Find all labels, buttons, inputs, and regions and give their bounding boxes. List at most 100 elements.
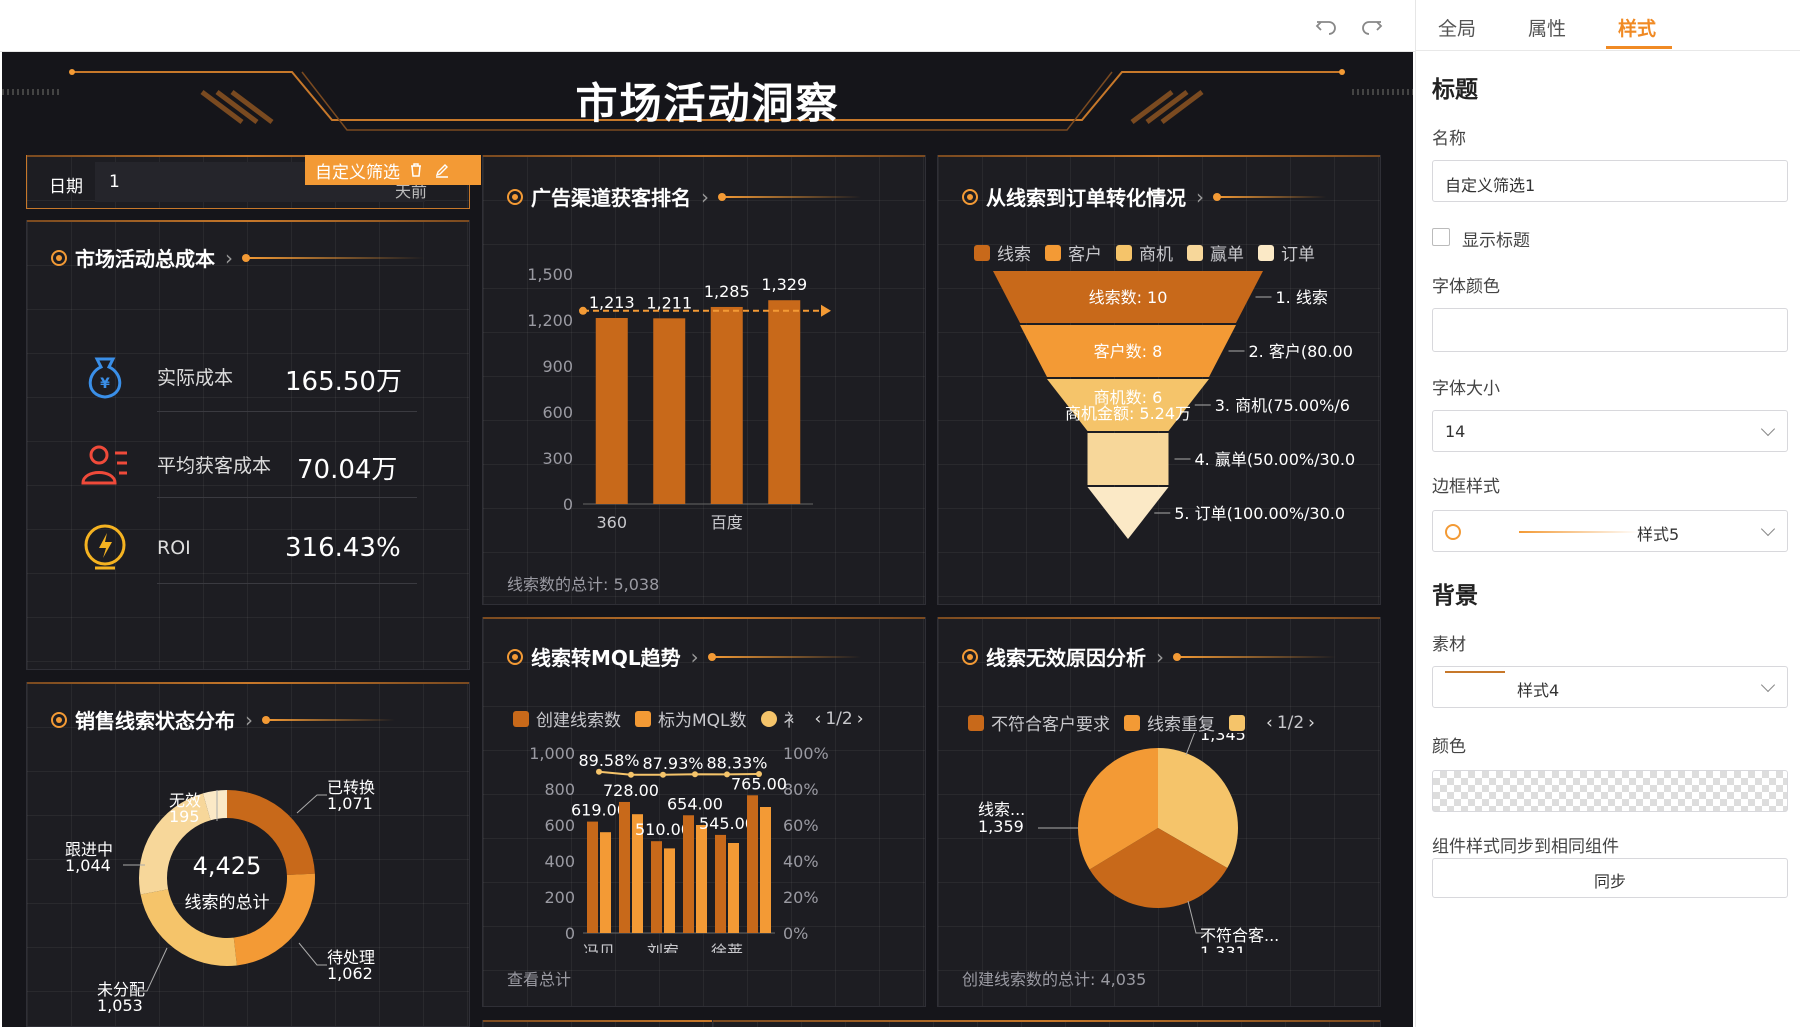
material-select[interactable]: 样式4 xyxy=(1432,666,1788,708)
chevron-right-icon: › xyxy=(225,245,233,270)
legend-item: 标为MQL数 xyxy=(635,706,747,731)
sync-button[interactable]: 同步 xyxy=(1432,858,1788,898)
y-tick-label: 0 xyxy=(563,495,573,514)
show-title-checkbox[interactable] xyxy=(1432,228,1450,246)
cost-label-1: 平均获客成本 xyxy=(157,455,272,477)
chevron-right-icon: › xyxy=(1196,184,1204,209)
legend-next-icon[interactable]: › xyxy=(1308,713,1315,733)
funnel-side-label: 2. 客户(80.00 xyxy=(1249,342,1353,361)
chevron-down-icon xyxy=(1760,677,1776,693)
pie-value-label: 1,359 xyxy=(978,817,1024,836)
border-style-label: 边框样式 xyxy=(1432,477,1500,497)
pie-value-label: 1,331 xyxy=(1200,943,1246,953)
mql-panel-title[interactable]: 线索转MQL趋势 › xyxy=(507,642,861,671)
bar-created xyxy=(747,795,758,933)
legend-next-icon[interactable]: › xyxy=(857,709,864,729)
ring-icon xyxy=(507,188,523,205)
ring-icon xyxy=(1445,524,1461,540)
legend-prev-icon[interactable]: ‹ xyxy=(1266,713,1273,733)
y-tick-label: 1,200 xyxy=(527,311,573,330)
dashboard-title: 市场活动洞察 xyxy=(575,79,840,128)
border-style-select[interactable]: 样式5 xyxy=(1432,510,1788,552)
ring-icon xyxy=(51,249,67,266)
funnel-panel: 从线索到订单转化情况 › 线索 客户 商机 赢单 订单 1. 线索 2. 客户(80.00 3… xyxy=(937,155,1381,605)
material-label-text: 素材 xyxy=(1432,635,1466,655)
bar-created xyxy=(651,841,662,933)
bar-value-label: 619.00 xyxy=(571,801,627,820)
bar-value-label: 728.00 xyxy=(603,781,659,800)
custom-filter-label: 自定义筛选 xyxy=(315,162,400,183)
ring-icon xyxy=(507,648,523,665)
status-donut-chart: 已转换1,071待处理1,062未分配1,053跟进中1,044无效1954,4… xyxy=(65,778,375,1015)
chevron-down-icon xyxy=(1760,521,1776,537)
funnel-stage xyxy=(1087,433,1169,485)
ring-icon xyxy=(51,711,67,728)
bar-created xyxy=(587,821,598,933)
name-input[interactable]: 自定义筛选1 xyxy=(1432,160,1788,202)
tab-global[interactable]: 全局 xyxy=(1438,14,1476,41)
font-size-select[interactable]: 14 xyxy=(1432,410,1788,452)
edit-icon[interactable] xyxy=(434,162,450,178)
y-tick-label: 900 xyxy=(542,357,573,376)
funnel-legend: 线索 客户 商机 赢单 订单 xyxy=(974,240,1329,265)
bar-created xyxy=(683,815,694,933)
bar xyxy=(595,318,628,504)
name-label: 名称 xyxy=(1432,129,1466,149)
legend-pager: 1/2 xyxy=(825,708,853,729)
filter-label: 日期 xyxy=(49,177,83,197)
funnel-panel-title[interactable]: 从线索到订单转化情况 › xyxy=(962,182,1326,211)
bar-value-label: 654.00 xyxy=(667,794,723,813)
x-tick-label: 徐莱 xyxy=(711,942,743,953)
tab-properties[interactable]: 属性 xyxy=(1528,14,1566,41)
font-size-label: 字体大小 xyxy=(1432,379,1500,399)
bg-color-picker[interactable] xyxy=(1432,770,1788,812)
y2-tick-label: 80% xyxy=(783,780,819,799)
y2-tick-label: 40% xyxy=(783,852,819,871)
bar xyxy=(768,300,801,504)
reference-arrow xyxy=(821,304,831,317)
y-tick-label: 200 xyxy=(544,888,575,907)
legend-item xyxy=(1229,714,1252,731)
ad-panel-title[interactable]: 广告渠道获客排名 › xyxy=(507,182,861,211)
status-panel-title[interactable]: 销售线索状态分布 › xyxy=(51,705,395,734)
editor-toolbar xyxy=(0,0,1415,52)
background-section-heading: 背景 xyxy=(1432,583,1478,609)
cost-panel: 市场活动总成本 › ¥ 实际成本 165.50万 平均获客成本 70.04万 RO… xyxy=(26,220,470,670)
mql-footer[interactable]: 查看总计 xyxy=(507,966,571,990)
font-color-picker[interactable] xyxy=(1432,308,1788,352)
undo-icon[interactable] xyxy=(1312,12,1340,40)
bar-value-label: 1,329 xyxy=(761,275,807,294)
donut-center-value: 4,425 xyxy=(193,852,262,880)
legend-prev-icon[interactable]: ‹ xyxy=(815,709,822,729)
x-tick-label: 百度 xyxy=(711,513,743,532)
donut-value-label: 1,062 xyxy=(327,964,373,983)
funnel-inner-label: 线索数: 10 xyxy=(1089,288,1168,307)
y2-tick-label: 0% xyxy=(783,924,808,943)
invalid-panel-title[interactable]: 线索无效原因分析 › xyxy=(962,642,1336,671)
reference-dot xyxy=(579,306,587,315)
bar xyxy=(710,306,743,504)
y-tick-label: 800 xyxy=(544,780,575,799)
leader-line xyxy=(298,942,327,966)
dashboard: 市场活动洞察 日期 1 天前 自定义筛选 市场活动总成本 › ¥ 实际成本 165… xyxy=(2,52,1413,1027)
canvas-area: 市场活动洞察 日期 1 天前 自定义筛选 市场活动总成本 › ¥ 实际成本 165… xyxy=(0,0,1415,1027)
legend-item: 客户 xyxy=(1045,240,1102,265)
custom-filter-tag[interactable]: 自定义筛选 xyxy=(305,155,481,185)
trash-icon[interactable] xyxy=(408,162,424,178)
font-color-label: 字体颜色 xyxy=(1432,277,1500,297)
color-label: 颜色 xyxy=(1432,737,1466,757)
ring-icon xyxy=(962,648,978,665)
bar-value-label: 1,211 xyxy=(646,293,692,312)
pie-value-label: 1,345 xyxy=(1200,733,1246,744)
ad-footer: 线索数的总计: 5,038 xyxy=(507,575,660,594)
funnel-side-label: 4. 赢单(50.00%/30.0 xyxy=(1195,450,1356,469)
tab-style[interactable]: 样式 xyxy=(1618,14,1656,41)
legend-pager: 1/2 xyxy=(1276,712,1305,733)
rate-label: 87.93% xyxy=(642,754,703,773)
bar-value-label: 1,285 xyxy=(704,282,750,301)
redo-icon[interactable] xyxy=(1358,12,1386,40)
cost-value-0: 165.50万 xyxy=(285,367,402,397)
date-filter[interactable]: 日期 1 天前 自定义筛选 xyxy=(26,155,481,209)
invalid-pie-chart: 联系不上客...1,345不符合客...1,331线索...1,359 xyxy=(978,733,1279,953)
cost-panel-title[interactable]: 市场活动总成本 › xyxy=(51,243,425,272)
